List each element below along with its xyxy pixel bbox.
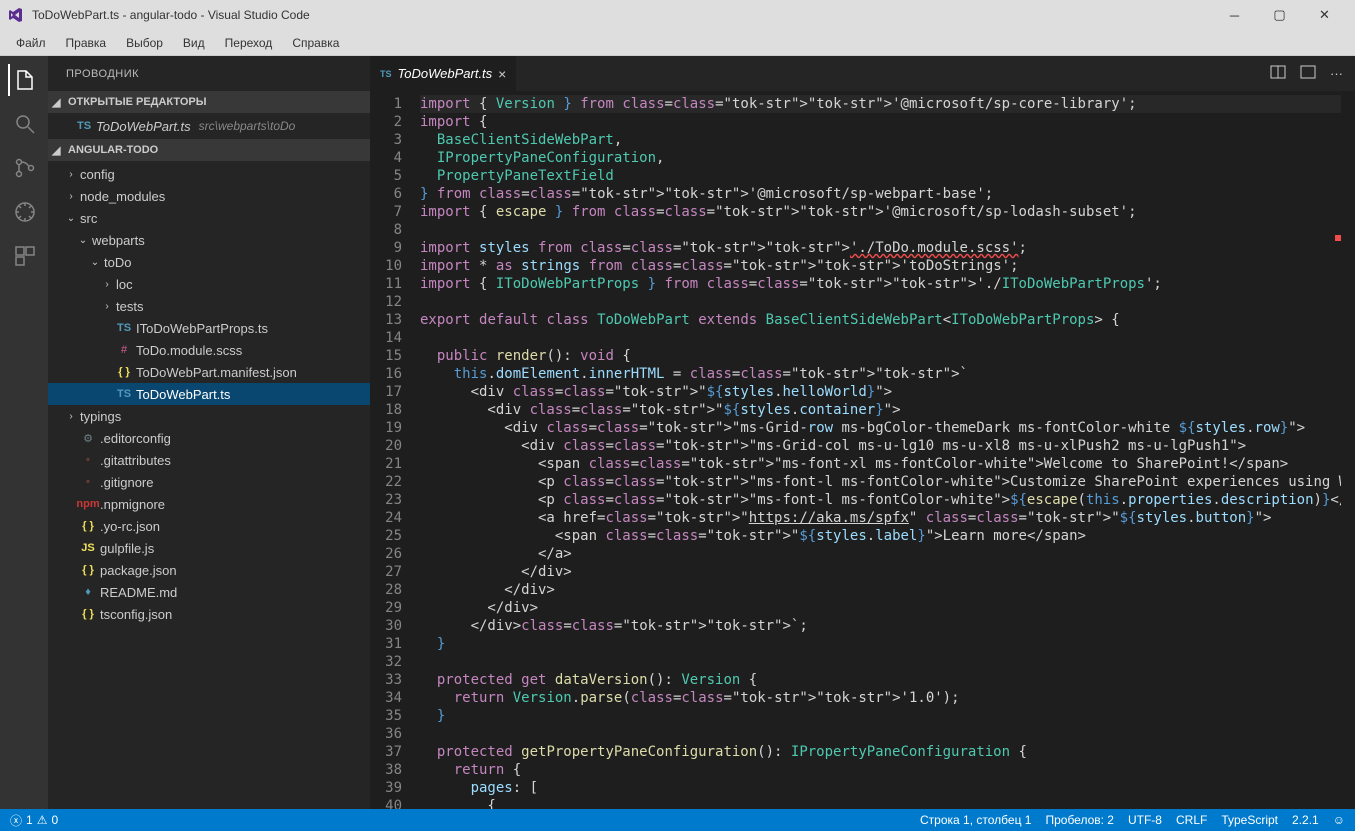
open-editor-item[interactable]: TS ToDoWebPart.ts src\webparts\toDo xyxy=(48,115,370,137)
code-area[interactable]: 1234567891011121314151617181920212223242… xyxy=(370,91,1355,809)
file-item[interactable]: TSToDoWebPart.ts xyxy=(48,383,370,405)
file-item[interactable]: TSIToDoWebPartProps.ts xyxy=(48,317,370,339)
menubar: Файл Правка Выбор Вид Переход Справка xyxy=(0,30,1355,56)
error-marker[interactable] xyxy=(1335,235,1341,241)
warning-icon: ⚠ xyxy=(37,813,48,827)
folder-item[interactable]: ›tests xyxy=(48,295,370,317)
file-item[interactable]: #ToDo.module.scss xyxy=(48,339,370,361)
error-icon: ⓧ xyxy=(10,812,22,829)
debug-icon[interactable] xyxy=(8,196,40,228)
folder-item[interactable]: ⌄src xyxy=(48,207,370,229)
window-title: ToDoWebPart.ts - angular-todo - Visual S… xyxy=(32,8,1212,22)
menu-file[interactable]: Файл xyxy=(8,34,54,52)
file-item[interactable]: ◦.gitignore xyxy=(48,471,370,493)
file-item[interactable]: npm.npmignore xyxy=(48,493,370,515)
file-tree: ›config›node_modules⌄src⌄webparts⌄toDo›l… xyxy=(48,161,370,627)
folder-item[interactable]: ›node_modules xyxy=(48,185,370,207)
more-icon[interactable]: ··· xyxy=(1330,66,1343,81)
status-problems[interactable]: ⓧ1 ⚠0 xyxy=(10,812,58,829)
menu-selection[interactable]: Выбор xyxy=(118,34,171,52)
folder-item[interactable]: ⌄webparts xyxy=(48,229,370,251)
status-spaces[interactable]: Пробелов: 2 xyxy=(1045,813,1114,827)
status-encoding[interactable]: UTF-8 xyxy=(1128,813,1162,827)
status-cursor[interactable]: Строка 1, столбец 1 xyxy=(920,813,1031,827)
file-item[interactable]: ♦README.md xyxy=(48,581,370,603)
split-editor-icon[interactable] xyxy=(1270,64,1286,83)
close-button[interactable]: ✕ xyxy=(1302,0,1347,30)
ts-icon: TS xyxy=(76,120,92,132)
search-icon[interactable] xyxy=(8,108,40,140)
feedback-icon[interactable]: ☺ xyxy=(1333,813,1345,827)
scrollbar[interactable] xyxy=(1341,91,1355,809)
file-item[interactable]: { }ToDoWebPart.manifest.json xyxy=(48,361,370,383)
status-eol[interactable]: CRLF xyxy=(1176,813,1207,827)
explorer-icon[interactable] xyxy=(8,64,40,96)
menu-help[interactable]: Справка xyxy=(284,34,347,52)
code-content[interactable]: import { Version } from class=class="tok… xyxy=(420,91,1341,809)
file-item[interactable]: { }package.json xyxy=(48,559,370,581)
file-item[interactable]: JSgulpfile.js xyxy=(48,537,370,559)
overview-ruler[interactable] xyxy=(1335,91,1341,809)
titlebar: ToDoWebPart.ts - angular-todo - Visual S… xyxy=(0,0,1355,30)
folder-item[interactable]: ›config xyxy=(48,163,370,185)
ts-icon: TS xyxy=(380,69,392,79)
menu-edit[interactable]: Правка xyxy=(58,34,115,52)
minimize-button[interactable]: ─ xyxy=(1212,0,1257,30)
menu-view[interactable]: Вид xyxy=(175,34,213,52)
sidebar-title: ПРОВОДНИК xyxy=(48,56,370,91)
editor-layout-icon[interactable] xyxy=(1300,64,1316,83)
file-item[interactable]: { }tsconfig.json xyxy=(48,603,370,625)
vscode-icon xyxy=(8,7,24,23)
folder-item[interactable]: ⌄toDo xyxy=(48,251,370,273)
folder-item[interactable]: ›typings xyxy=(48,405,370,427)
tab-active[interactable]: TS ToDoWebPart.ts × xyxy=(370,56,516,91)
line-gutter: 1234567891011121314151617181920212223242… xyxy=(370,91,420,809)
folder-item[interactable]: ›loc xyxy=(48,273,370,295)
maximize-button[interactable]: ▢ xyxy=(1257,0,1302,30)
editor: TS ToDoWebPart.ts × ··· 1234567891011121… xyxy=(370,56,1355,809)
status-lang[interactable]: TypeScript xyxy=(1221,813,1278,827)
activitybar xyxy=(0,56,48,809)
tabbar: TS ToDoWebPart.ts × ··· xyxy=(370,56,1355,91)
status-version[interactable]: 2.2.1 xyxy=(1292,813,1319,827)
sidebar: ПРОВОДНИК ◢ОТКРЫТЫЕ РЕДАКТОРЫ TS ToDoWeb… xyxy=(48,56,370,809)
menu-go[interactable]: Переход xyxy=(217,34,281,52)
scm-icon[interactable] xyxy=(8,152,40,184)
project-header[interactable]: ◢ANGULAR-TODO xyxy=(48,139,370,161)
extensions-icon[interactable] xyxy=(8,240,40,272)
statusbar: ⓧ1 ⚠0 Строка 1, столбец 1 Пробелов: 2 UT… xyxy=(0,809,1355,831)
tab-close-icon[interactable]: × xyxy=(498,66,506,82)
file-item[interactable]: ⚙.editorconfig xyxy=(48,427,370,449)
file-item[interactable]: { }.yo-rc.json xyxy=(48,515,370,537)
file-item[interactable]: ◦.gitattributes xyxy=(48,449,370,471)
open-editors-header[interactable]: ◢ОТКРЫТЫЕ РЕДАКТОРЫ xyxy=(48,91,370,113)
